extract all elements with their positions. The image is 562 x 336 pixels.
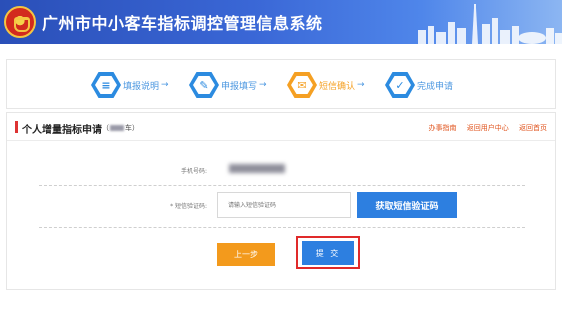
step-label: 申报填写 <box>221 81 258 92</box>
user-center-link[interactable]: 返回用户中心 <box>467 124 509 132</box>
form-subtitle: （车） <box>102 124 139 132</box>
divider <box>39 227 525 228</box>
submit-button[interactable]: 提 交 <box>302 241 354 265</box>
form-header: 个人增量指标申请 （车） 办事指南 返回用户中心 返回首页 <box>7 113 555 141</box>
form-title: 个人增量指标申请 <box>22 125 102 136</box>
app-header: 广州市中小客车指标调控管理信息系统 <box>0 0 562 44</box>
edit-icon: ✎ <box>189 72 219 98</box>
step-arrow: → <box>357 80 365 90</box>
step-fill-form: ✎ 申报填写 → <box>189 71 269 99</box>
get-sms-code-button[interactable]: 获取短信验证码 <box>357 192 457 218</box>
phone-sms-icon: ✉ <box>287 72 317 98</box>
step-arrow: → <box>259 80 267 90</box>
step-label: 填报说明 <box>123 81 160 92</box>
list-icon: ≡ <box>91 72 121 98</box>
check-icon: ✓ <box>385 72 415 98</box>
step-label: 短信确认 <box>319 81 356 92</box>
step-complete: ✓ 完成申请 <box>385 71 453 99</box>
step-instructions: ≡ 填报说明 → <box>91 71 171 99</box>
step-label: 完成申请 <box>417 81 454 92</box>
progress-steps: ≡ 填报说明 → ✎ 申报填写 → ✉ 短信确认 → ✓ 完成申请 <box>6 59 556 109</box>
step-arrow: → <box>161 80 169 90</box>
guide-link[interactable]: 办事指南 <box>429 124 457 132</box>
sms-code-input[interactable] <box>217 192 351 218</box>
logo-icon <box>4 6 36 38</box>
divider <box>39 185 525 186</box>
city-skyline-icon <box>418 4 562 44</box>
home-link[interactable]: 返回首页 <box>519 124 547 132</box>
header-links: 办事指南 返回用户中心 返回首页 <box>421 123 547 133</box>
title-accent-bar <box>15 121 18 133</box>
app-title: 广州市中小客车指标调控管理信息系统 <box>42 14 323 33</box>
step-sms-confirm: ✉ 短信确认 → <box>287 71 367 99</box>
phone-number-redacted <box>229 164 285 173</box>
application-form: 个人增量指标申请 （车） 办事指南 返回用户中心 返回首页 手机号码: * 短信… <box>6 112 556 290</box>
redacted-text <box>110 125 124 131</box>
previous-step-button[interactable]: 上一步 <box>217 243 275 266</box>
sms-code-label: * 短信验证码: <box>170 203 207 210</box>
phone-label: 手机号码: <box>180 168 207 175</box>
